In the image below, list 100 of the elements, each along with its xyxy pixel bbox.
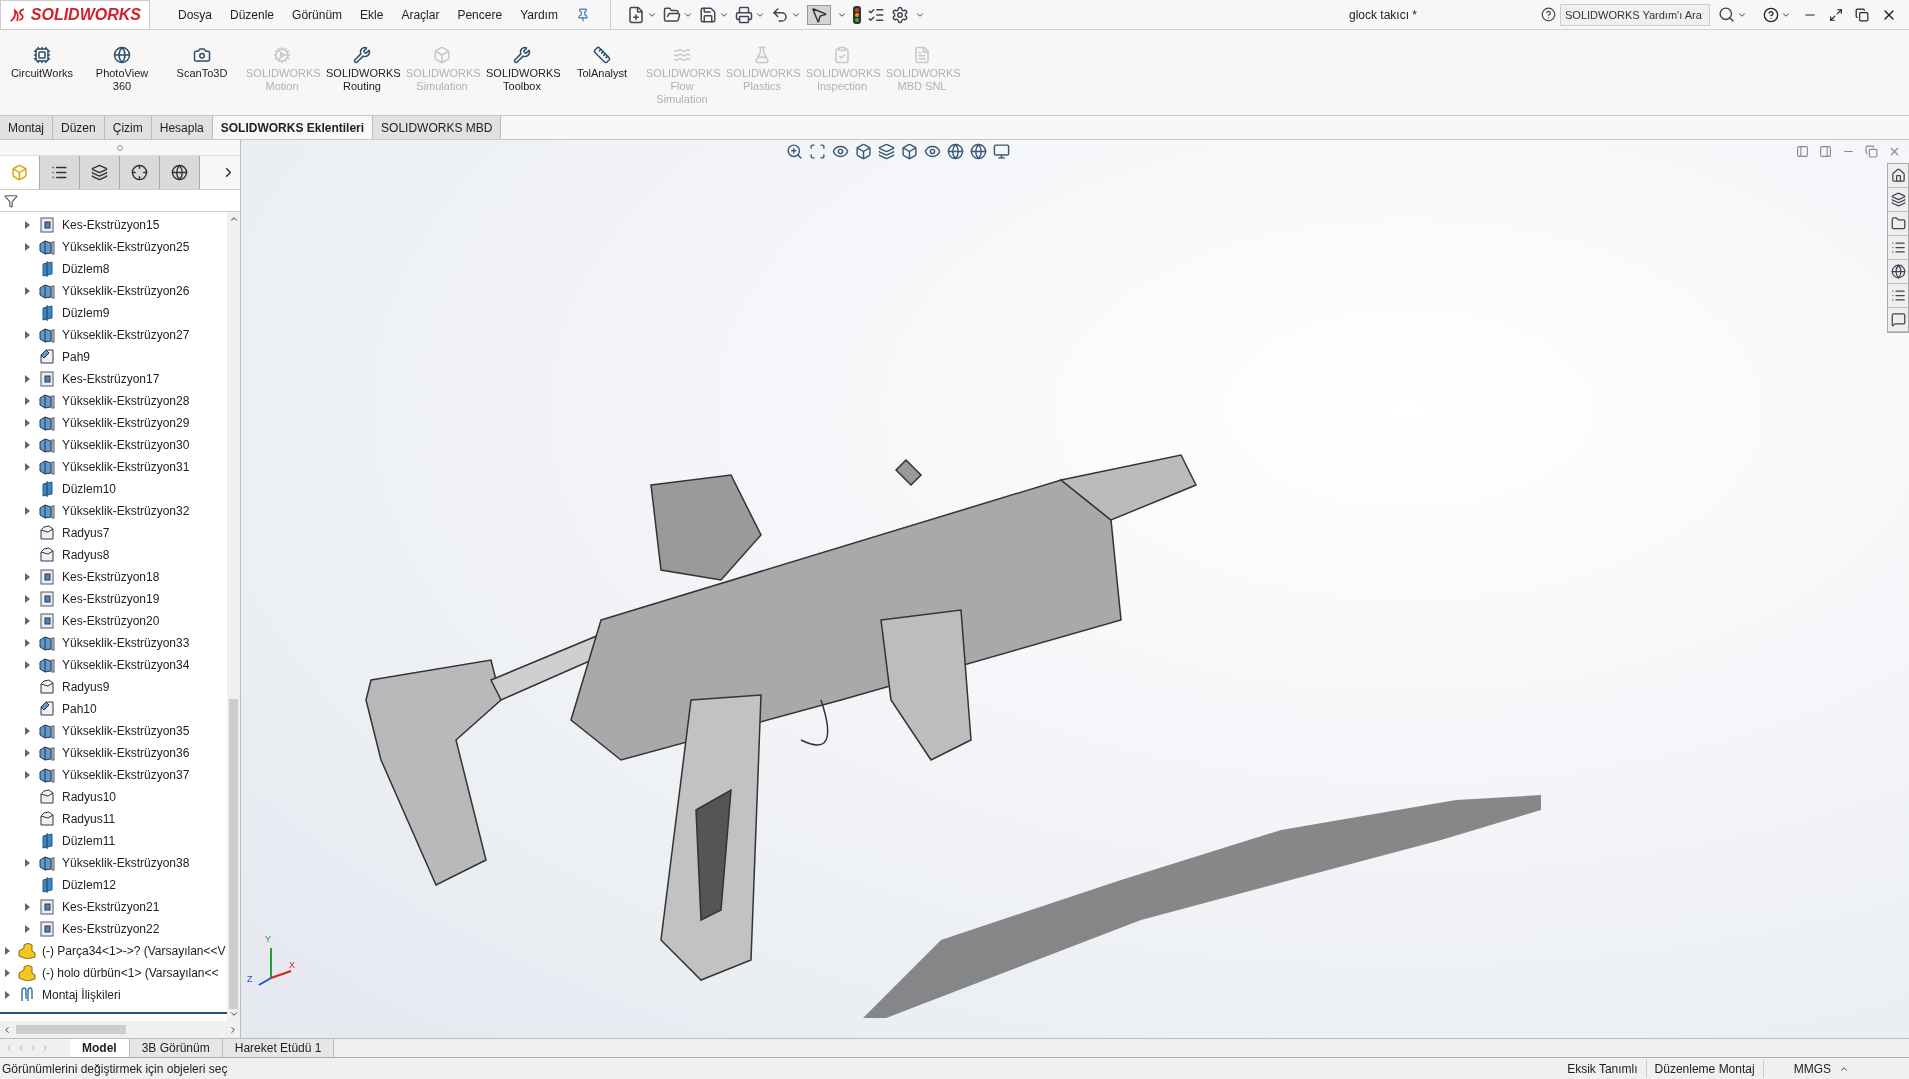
tree-item[interactable]: Pah10 (62, 700, 97, 718)
expand-arrow-icon[interactable] (24, 243, 30, 251)
tree-item[interactable]: Kes-Ekstrüzyon15 (62, 216, 160, 234)
tree-item[interactable]: Düzlem10 (62, 480, 117, 498)
tree-item[interactable]: (-) holo dürbün<1> (Varsayılan<< (42, 964, 219, 982)
panel-tab[interactable] (160, 156, 200, 189)
menu-item[interactable]: Düzenle (230, 5, 275, 24)
tree-item[interactable]: Yükseklik-Ekstrüzyon34 (62, 656, 190, 674)
expand-arrow-icon[interactable] (24, 749, 30, 757)
tree-item[interactable]: Kes-Ekstrüzyon19 (62, 590, 160, 608)
menu-item[interactable]: Yardım (520, 5, 558, 24)
expand-arrow-icon[interactable] (24, 771, 30, 779)
expand-arrow-icon[interactable] (24, 661, 30, 669)
scroll-left-icon[interactable] (2, 1024, 12, 1035)
expand-arrow-icon[interactable] (24, 221, 30, 229)
ribbon-button[interactable]: SOLIDWORKS Routing (326, 67, 398, 93)
display-style-icon[interactable] (878, 143, 895, 160)
scroll-thumb[interactable] (229, 699, 238, 1009)
tree-item[interactable]: Montaj İlişkileri (42, 986, 121, 1004)
scroll-down-icon[interactable] (228, 1009, 239, 1019)
expand-arrow-icon[interactable] (24, 639, 30, 647)
tree-item[interactable]: Yükseklik-Ekstrüzyon35 (62, 722, 190, 740)
restore-icon[interactable] (1855, 7, 1869, 22)
tree-item[interactable]: Düzlem9 (62, 304, 110, 322)
tree-item[interactable]: Kes-Ekstrüzyon21 (62, 898, 160, 916)
view-icon[interactable] (832, 143, 849, 160)
new-file-icon[interactable] (626, 5, 645, 24)
expand-arrow-icon[interactable] (24, 859, 30, 867)
tree-item[interactable]: Düzlem12 (62, 876, 117, 894)
panel-tab[interactable] (80, 156, 120, 189)
open-folder-icon[interactable] (662, 5, 681, 24)
expand-arrow-icon[interactable] (24, 375, 30, 383)
graphics-viewport[interactable]: Y X Z (241, 140, 1909, 1038)
tree-item[interactable]: Kes-Ekstrüzyon18 (62, 568, 160, 586)
camera-icon[interactable] (193, 46, 211, 64)
menu-item[interactable]: Dosya (178, 5, 212, 24)
ruler-icon[interactable] (593, 46, 611, 64)
scene-icon[interactable] (970, 143, 987, 160)
expand-arrow-icon[interactable] (4, 947, 10, 955)
zoom-icon[interactable] (786, 143, 803, 160)
tree-item[interactable]: Radyus9 (62, 678, 110, 696)
property-list-icon[interactable] (51, 164, 68, 181)
tree-item[interactable]: Yükseklik-Ekstrüzyon30 (62, 436, 190, 454)
menu-item[interactable]: Görünüm (292, 5, 343, 24)
tree-item[interactable]: Düzlem8 (62, 260, 110, 278)
scroll-up-icon[interactable] (228, 214, 239, 224)
tree-item[interactable]: Yükseklik-Ekstrüzyon33 (62, 634, 190, 652)
appearance-icon[interactable] (171, 164, 188, 181)
command-tab[interactable]: Hesapla (151, 116, 213, 139)
ribbon-button[interactable]: PhotoView 360 (86, 67, 158, 93)
traffic-light-icon[interactable] (852, 5, 861, 24)
panel-tab[interactable] (120, 156, 160, 189)
expand-arrow-icon[interactable] (24, 617, 30, 625)
tree-item[interactable]: Radyus7 (62, 524, 110, 542)
pin-icon[interactable] (575, 7, 590, 22)
tree-item[interactable]: Yükseklik-Ekstrüzyon37 (62, 766, 190, 784)
panel-left-icon[interactable] (1796, 145, 1809, 158)
expand-arrow-icon[interactable] (4, 991, 10, 999)
view-tab[interactable]: 3B Görünüm (129, 1039, 223, 1057)
wrench-icon[interactable] (353, 46, 371, 64)
command-tab[interactable]: Montaj (0, 116, 54, 139)
section-view-icon[interactable] (855, 143, 872, 160)
resize-icon[interactable] (1829, 7, 1843, 22)
expand-arrow-icon[interactable] (24, 573, 30, 581)
units-selector[interactable]: MMGS (1793, 1059, 1831, 1078)
expand-arrow-icon[interactable] (24, 397, 30, 405)
tree-item[interactable]: Yükseklik-Ekstrüzyon26 (62, 282, 190, 300)
select-button[interactable] (806, 4, 831, 25)
tree-item[interactable]: Kes-Ekstrüzyon22 (62, 920, 160, 938)
ribbon-button[interactable]: TolAnalyst (566, 67, 638, 80)
globe-icon[interactable] (113, 46, 131, 64)
hide-show-icon[interactable] (924, 143, 941, 160)
configuration-icon[interactable] (91, 164, 108, 181)
panel-right-icon[interactable] (1819, 145, 1832, 158)
expand-arrow-icon[interactable] (24, 419, 30, 427)
expand-arrow-icon[interactable] (24, 925, 30, 933)
scroll-right-icon[interactable] (228, 1024, 238, 1035)
expand-arrow-icon[interactable] (24, 727, 30, 735)
command-tab[interactable]: SOLIDWORKS MBD (373, 116, 502, 139)
monitor-icon[interactable] (993, 143, 1010, 160)
crosshair-icon[interactable] (131, 164, 148, 181)
view-tab[interactable]: Hareket Etüdü 1 (222, 1039, 335, 1057)
filter-icon[interactable] (4, 193, 18, 208)
tree-item[interactable]: Yükseklik-Ekstrüzyon25 (62, 238, 190, 256)
app-logo[interactable]: SOLIDWORKS (0, 0, 150, 30)
tree-item[interactable]: Yükseklik-Ekstrüzyon38 (62, 854, 190, 872)
zoom-area-icon[interactable] (809, 143, 826, 160)
expand-arrow-icon[interactable] (24, 287, 30, 295)
menu-item[interactable]: Pencere (457, 5, 503, 24)
help-icon[interactable] (1541, 7, 1556, 22)
expand-arrow-icon[interactable] (24, 441, 30, 449)
tree-item[interactable]: Yükseklik-Ekstrüzyon36 (62, 744, 190, 762)
wrench-icon[interactable] (513, 46, 531, 64)
tree-item[interactable]: Kes-Ekstrüzyon20 (62, 612, 160, 630)
tree-item[interactable]: Yükseklik-Ekstrüzyon31 (62, 458, 190, 476)
expand-arrow-icon[interactable] (24, 903, 30, 911)
help-icon[interactable] (1763, 6, 1779, 23)
chip-icon[interactable] (33, 46, 51, 64)
settings-icon[interactable] (890, 5, 909, 24)
tree-item[interactable]: Düzlem11 (62, 832, 116, 850)
